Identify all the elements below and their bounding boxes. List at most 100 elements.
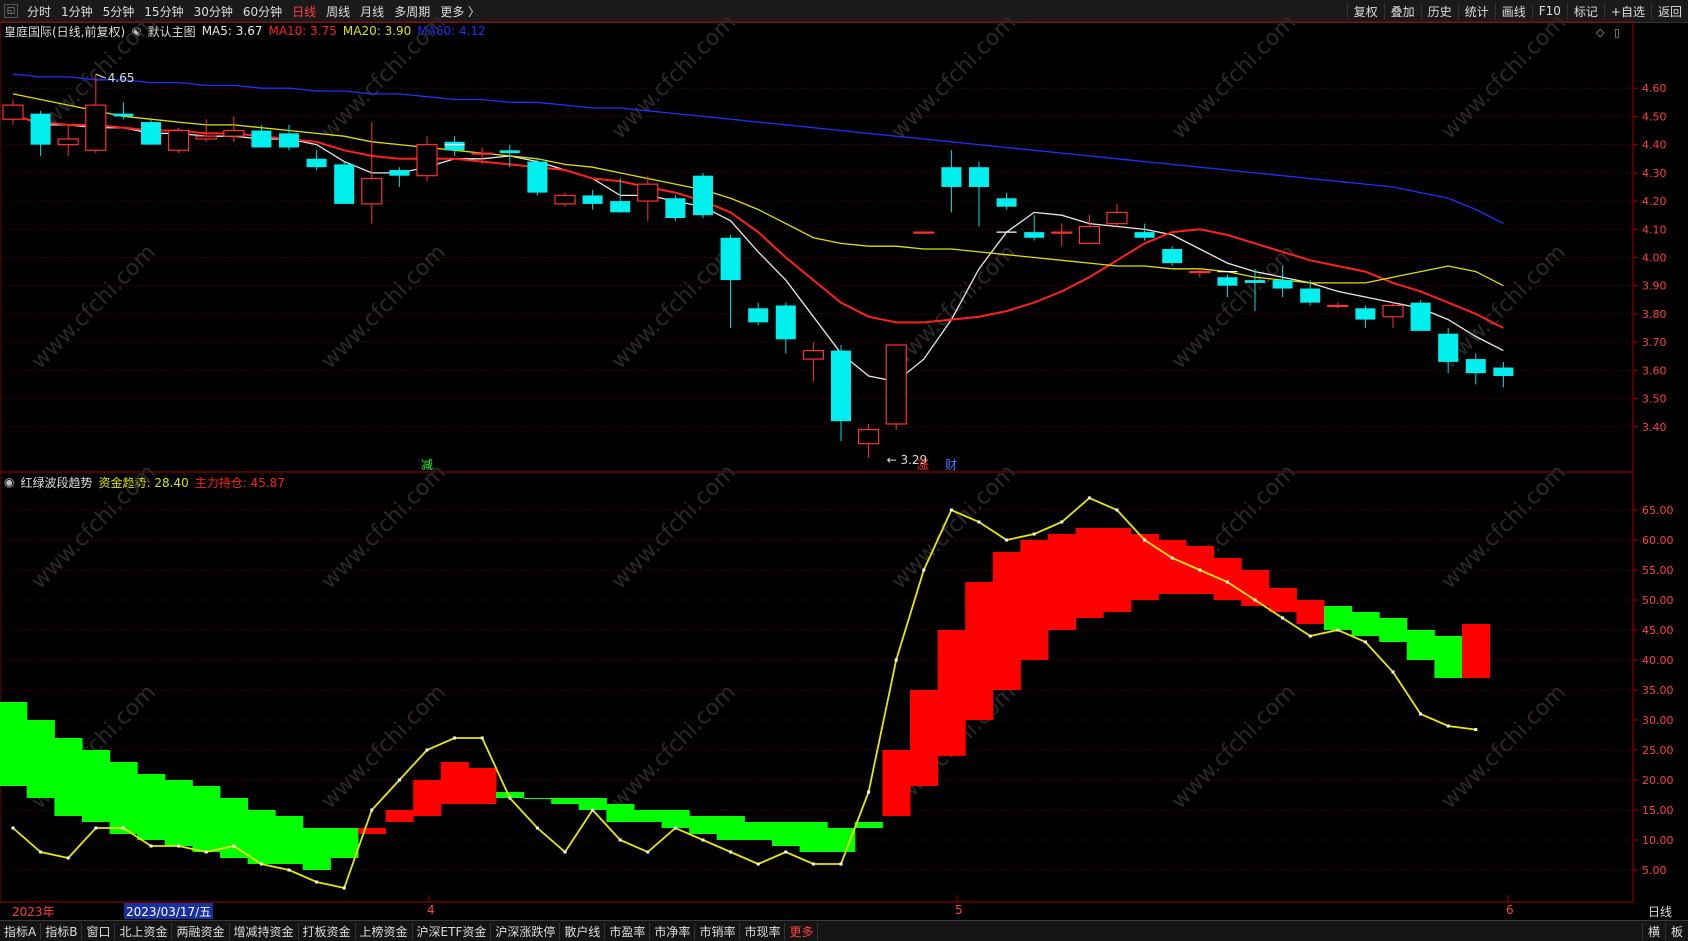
indicator-button[interactable]: 北上资金: [115, 922, 173, 940]
band-bar-red: [882, 750, 911, 816]
candle-body-up: [168, 129, 190, 151]
indicator-button[interactable]: 指标A: [0, 922, 42, 940]
candle-body-down: [1410, 302, 1431, 331]
layout-button[interactable]: 板: [1664, 922, 1688, 940]
fund-trend-point: [729, 850, 733, 854]
band-bar-red: [1103, 528, 1132, 612]
fund-trend-point: [949, 508, 953, 512]
candle-body-up: [361, 177, 383, 205]
candle-body-down: [1465, 359, 1486, 374]
candle-body-up: [57, 138, 79, 146]
fund-trend-point: [1225, 580, 1229, 584]
high-price-label: 4.65: [108, 71, 135, 85]
indicator-button[interactable]: 市净率: [650, 922, 696, 940]
fund-trend-point: [756, 862, 760, 866]
band-bar-red: [1296, 600, 1325, 624]
candle-body-down: [1493, 367, 1514, 376]
xaxis-cursor-date: 2023/03/17/五: [124, 903, 214, 919]
y-tick-label: 3.80: [1642, 308, 1667, 321]
watermark-text: www.cfchi.com: [1167, 240, 1301, 374]
chart-canvas[interactable]: www.cfchi.com www.cfchi.com www.cfchi.com w…: [0, 0, 1688, 920]
fund-trend-point: [11, 826, 15, 830]
band-bar-green: [54, 738, 83, 816]
band-bar-green: [578, 798, 607, 810]
y-tick-label: 55.00: [1642, 564, 1674, 577]
candle-body-up: [2, 104, 24, 120]
watermark-text: www.cfchi.com: [607, 10, 741, 144]
fund-trend-point: [1087, 496, 1091, 500]
indicator-button[interactable]: 散户线: [560, 922, 606, 940]
indicator-button[interactable]: 沪深涨跌停: [491, 922, 561, 940]
band-bar-red: [1130, 534, 1159, 600]
band-bar-red: [385, 810, 414, 822]
y-tick-label: 3.40: [1642, 421, 1667, 434]
candle-body-up: [223, 129, 245, 137]
candle-body-up: [195, 135, 217, 140]
candle-body-down: [251, 130, 272, 148]
fund-trend-point: [66, 856, 70, 860]
fund-trend-point: [259, 862, 263, 866]
indicator-button[interactable]: 更多: [785, 922, 819, 940]
fund-trend-point: [1170, 556, 1174, 560]
indicator-button[interactable]: 上榜资金: [356, 922, 413, 940]
band-bar-green: [551, 798, 580, 804]
fund-trend-point: [977, 520, 981, 524]
fund-trend-point: [673, 826, 677, 830]
y-tick-label: 4.40: [1642, 139, 1667, 152]
candle-body-up: [802, 350, 825, 360]
watermark-text: www.cfchi.com: [887, 10, 1021, 144]
fund-trend-point: [1143, 538, 1147, 542]
candle-body-down: [831, 350, 851, 422]
band-bar-red: [1020, 540, 1049, 660]
y-tick-label: 3.90: [1642, 280, 1667, 293]
candle-body-up: [471, 152, 493, 155]
y-tick-label: 4.10: [1642, 223, 1667, 236]
indicator-button[interactable]: 市现率: [740, 922, 786, 940]
candle-body-down: [1438, 333, 1459, 362]
band-bar-red: [937, 630, 966, 756]
indicator-button[interactable]: 沪深ETF资金: [413, 922, 492, 940]
fund-trend-point: [563, 850, 567, 854]
band-bar-green: [606, 804, 635, 822]
grid: [0, 87, 1638, 902]
fund-trend-point: [1115, 508, 1119, 512]
indicator-button[interactable]: 市盈率: [605, 922, 651, 940]
panel-maximize-icon[interactable]: ▯: [1614, 26, 1620, 39]
indicator-button[interactable]: 增减持资金: [230, 922, 299, 940]
indicator-bar: 指标A 指标B 窗口 北上资金 两融资金 增减持资金 打板资金 上榜资金 沪深ETF资金 沪深涨跌…: [0, 920, 1688, 941]
band-bar-red: [1462, 624, 1491, 678]
period-label[interactable]: 日线: [1648, 903, 1672, 919]
indicator-button[interactable]: 打板资金: [299, 922, 356, 940]
y-tick-label: 60.00: [1642, 534, 1674, 547]
watermark-text: www.cfchi.com: [317, 10, 451, 144]
fund-trend-point: [1253, 598, 1257, 602]
indicator-button[interactable]: 市销率: [695, 922, 741, 940]
band-bar-red: [1268, 588, 1297, 612]
band-bar-green: [164, 780, 193, 846]
xaxis-month-5: 5: [955, 903, 963, 917]
band-bar-green: [192, 786, 221, 852]
candle-body-up: [1189, 271, 1211, 274]
watermark-text: www.cfchi.com: [27, 460, 161, 594]
band-bar-red: [1213, 558, 1242, 600]
fund-trend-point: [1198, 568, 1202, 572]
indicator-button[interactable]: 两融资金: [172, 922, 230, 940]
band-bar-green: [26, 720, 55, 798]
candle-body-down: [610, 201, 631, 213]
y-tick-label: 45.00: [1642, 624, 1674, 637]
y-tick-label: 4.00: [1642, 252, 1667, 265]
candle-body-down: [969, 167, 989, 187]
layout-button[interactable]: 横: [1641, 922, 1665, 940]
xaxis-month-4: 4: [427, 903, 435, 917]
candle-body-down: [141, 122, 161, 145]
indicator-button[interactable]: 窗口: [82, 922, 116, 940]
candle-body-up: [1106, 211, 1128, 225]
y-tick-label: 35.00: [1642, 684, 1674, 697]
band-bar-green: [82, 750, 111, 822]
y-tick-label: 5.00: [1642, 864, 1667, 877]
panel-diamond-icon[interactable]: ◇: [1596, 26, 1605, 39]
fund-trend-point: [591, 808, 595, 812]
indicator-button[interactable]: 指标B: [41, 922, 83, 940]
fund-trend-point: [1419, 712, 1423, 716]
band-bar-green: [1379, 618, 1408, 642]
